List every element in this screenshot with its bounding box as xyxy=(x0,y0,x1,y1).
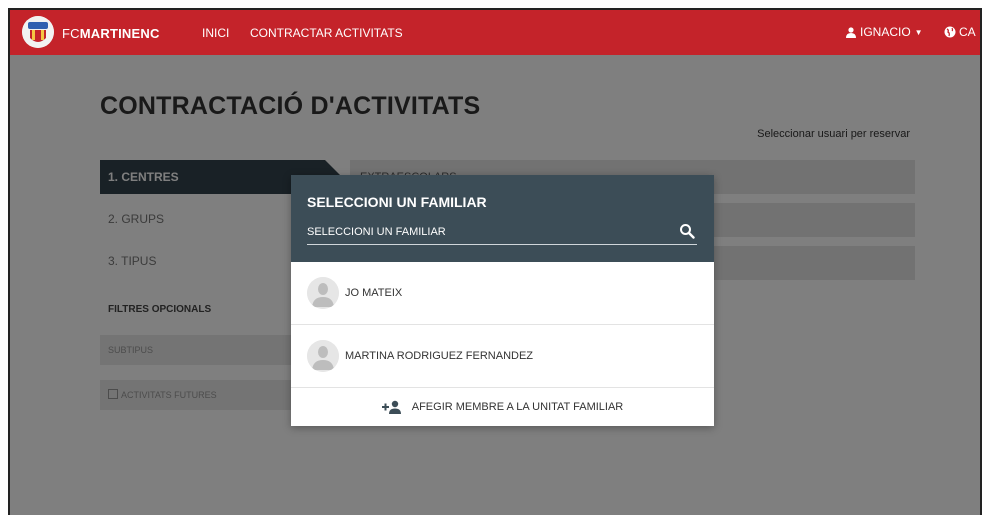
globe-icon xyxy=(944,26,956,38)
brand-link[interactable]: FCMARTINENC xyxy=(62,26,160,41)
dialog-header: SELECCIONI UN FAMILIAR xyxy=(291,175,714,262)
language-label: CA xyxy=(959,25,976,39)
chevron-down-icon: ▼ xyxy=(914,27,923,37)
family-member-name: MARTINA RODRIGUEZ FERNANDEZ xyxy=(345,350,534,362)
select-family-member-dialog: SELECCIONI UN FAMILIAR JO MATEIX xyxy=(291,175,714,426)
family-member-item[interactable]: MARTINA RODRIGUEZ FERNANDEZ xyxy=(291,325,714,388)
nav-link-inici[interactable]: INICI xyxy=(202,26,229,40)
user-icon xyxy=(846,26,856,38)
family-search xyxy=(307,222,697,245)
brand-name: MARTINENC xyxy=(79,26,160,41)
add-family-member-button[interactable]: AFEGIR MEMBRE A LA UNITAT FAMILIAR xyxy=(291,388,714,426)
user-menu-label: IGNACIO xyxy=(860,25,911,39)
user-avatar-icon xyxy=(307,340,339,372)
dialog-title: SELECCIONI UN FAMILIAR xyxy=(307,194,487,210)
person-add-icon xyxy=(381,400,401,414)
browser-viewport: FCMARTINENC INICI CONTRACTAR ACTIVITATS … xyxy=(8,8,982,515)
nav-link-contractar-activitats[interactable]: CONTRACTAR ACTIVITATS xyxy=(250,26,403,40)
family-search-input[interactable] xyxy=(307,222,667,242)
search-icon[interactable] xyxy=(679,223,695,239)
family-member-name: JO MATEIX xyxy=(345,287,403,299)
language-menu[interactable]: CA ▼ xyxy=(944,25,980,39)
club-logo-icon[interactable] xyxy=(22,16,54,48)
user-menu[interactable]: IGNACIO ▼ xyxy=(846,25,923,39)
brand-prefix: FC xyxy=(62,26,80,41)
top-navbar: FCMARTINENC INICI CONTRACTAR ACTIVITATS … xyxy=(10,10,980,55)
add-family-member-label: AFEGIR MEMBRE A LA UNITAT FAMILIAR xyxy=(411,401,624,413)
user-avatar-icon xyxy=(307,277,339,309)
family-member-item[interactable]: JO MATEIX xyxy=(291,262,714,325)
